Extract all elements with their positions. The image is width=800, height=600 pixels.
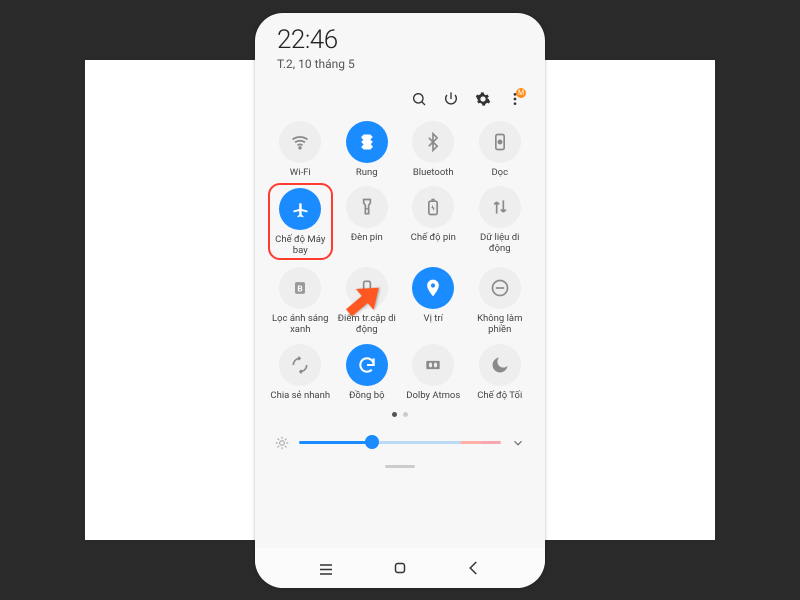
phone-screen: 22:46 T.2, 10 tháng 5 M Wi-Fi Rung Bluetoo… bbox=[255, 13, 545, 588]
location-icon[interactable] bbox=[412, 267, 454, 309]
screenshot-frame: 22:46 T.2, 10 tháng 5 M Wi-FiRungBluetoo… bbox=[85, 60, 715, 540]
tile-dnd[interactable]: Không làm phiền bbox=[469, 267, 532, 336]
tile-wifi[interactable]: Wi-Fi bbox=[269, 121, 332, 179]
power-icon[interactable] bbox=[443, 91, 459, 107]
recents-button[interactable] bbox=[317, 559, 335, 577]
tile-label: Dọc bbox=[491, 168, 508, 179]
hotspot-icon[interactable] bbox=[346, 267, 388, 309]
search-icon[interactable] bbox=[411, 91, 427, 107]
notification-badge: M bbox=[516, 88, 526, 98]
tile-nearby[interactable]: Chia sẻ nhanh bbox=[269, 344, 332, 402]
tile-hotspot[interactable]: Điểm tr.cập di động bbox=[336, 267, 399, 336]
navigation-bar bbox=[255, 548, 545, 588]
tile-label: Wi-Fi bbox=[290, 168, 311, 179]
svg-text:B: B bbox=[298, 285, 303, 295]
page-dot[interactable] bbox=[392, 412, 397, 417]
tile-label: Dolby Atmos bbox=[406, 391, 460, 402]
tile-label: Chế độ pin bbox=[411, 233, 456, 244]
tile-label: Dữ liệu di động bbox=[470, 233, 530, 255]
brightness-slider[interactable] bbox=[299, 441, 501, 444]
home-button[interactable] bbox=[391, 559, 409, 577]
back-button[interactable] bbox=[465, 559, 483, 577]
tile-flashlight[interactable]: Đèn pin bbox=[336, 186, 399, 259]
tile-label: Không làm phiền bbox=[470, 314, 530, 336]
battery-icon[interactable] bbox=[412, 186, 454, 228]
nearby-share-icon[interactable] bbox=[279, 344, 321, 386]
airplane-icon[interactable] bbox=[279, 188, 321, 230]
tile-label: Đồng bộ bbox=[349, 391, 384, 402]
gear-icon[interactable] bbox=[475, 91, 491, 107]
wifi-icon[interactable] bbox=[279, 121, 321, 163]
brightness-icon bbox=[275, 435, 289, 449]
tile-location[interactable]: Vị trí bbox=[402, 267, 465, 336]
quick-settings-grid: Wi-Fi Rung Bluetooth Dọc Chế độ Máy bay Đèn p… bbox=[255, 111, 545, 403]
tile-label: Vị trí bbox=[424, 314, 443, 325]
tile-label: Bluetooth bbox=[413, 168, 454, 179]
drag-handle[interactable] bbox=[385, 465, 415, 468]
tile-label: Đèn pin bbox=[351, 233, 383, 244]
brightness-row bbox=[255, 417, 545, 455]
tile-battery[interactable]: Chế độ pin bbox=[402, 186, 465, 259]
tile-airplane[interactable]: Chế độ Máy bay bbox=[268, 183, 333, 260]
portrait-lock-icon[interactable] bbox=[479, 121, 521, 163]
vibrate-icon[interactable] bbox=[346, 121, 388, 163]
tile-rung[interactable]: Rung bbox=[336, 121, 399, 179]
clock-date: T.2, 10 tháng 5 bbox=[277, 57, 523, 71]
tile-dolby[interactable]: Dolby Atmos bbox=[402, 344, 465, 402]
tile-label: Chế độ Máy bay bbox=[271, 235, 330, 257]
status-bar: 22:46 T.2, 10 tháng 5 bbox=[255, 13, 545, 73]
tile-data[interactable]: Dữ liệu di động bbox=[469, 186, 532, 259]
sync-icon[interactable] bbox=[346, 344, 388, 386]
panel-controls: M bbox=[255, 73, 545, 111]
brightness-thumb[interactable] bbox=[365, 435, 379, 449]
tile-label: Lọc ánh sáng xanh bbox=[270, 314, 330, 336]
tile-bluelight[interactable]: B Lọc ánh sáng xanh bbox=[269, 267, 332, 336]
expand-brightness-icon[interactable] bbox=[511, 435, 525, 449]
more-icon[interactable]: M bbox=[507, 91, 523, 107]
page-dot[interactable] bbox=[403, 412, 408, 417]
bluelight-icon[interactable]: B bbox=[279, 267, 321, 309]
tile-label: Chế độ Tối bbox=[477, 391, 522, 402]
tile-doc[interactable]: Dọc bbox=[469, 121, 532, 179]
dolby-icon[interactable] bbox=[412, 344, 454, 386]
tile-label: Điểm tr.cập di động bbox=[337, 314, 397, 336]
tile-label: Chia sẻ nhanh bbox=[270, 391, 330, 402]
tile-bluetooth[interactable]: Bluetooth bbox=[402, 121, 465, 179]
tile-label: Rung bbox=[356, 168, 378, 179]
tile-dark[interactable]: Chế độ Tối bbox=[469, 344, 532, 402]
dnd-icon[interactable] bbox=[479, 267, 521, 309]
mobile-data-icon[interactable] bbox=[479, 186, 521, 228]
tile-sync[interactable]: Đồng bộ bbox=[336, 344, 399, 402]
clock-time: 22:46 bbox=[277, 25, 523, 55]
bluetooth-icon[interactable] bbox=[412, 121, 454, 163]
dark-mode-icon[interactable] bbox=[479, 344, 521, 386]
flashlight-icon[interactable] bbox=[346, 186, 388, 228]
